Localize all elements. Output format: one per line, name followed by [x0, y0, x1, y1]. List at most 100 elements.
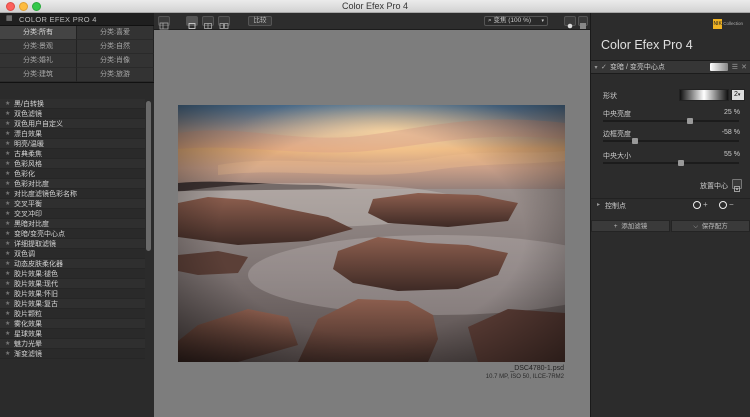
filter-item[interactable]: ★ 星球效果 — [0, 329, 145, 339]
minus-icon[interactable]: − — [729, 200, 734, 209]
star-icon[interactable]: ★ — [5, 300, 14, 307]
star-icon[interactable]: ★ — [5, 160, 14, 167]
category-favorites[interactable]: 分类:喜爱 — [77, 26, 154, 40]
grid-icon[interactable]: ▦ — [6, 15, 14, 23]
star-icon[interactable]: ★ — [5, 320, 14, 327]
star-icon[interactable]: ★ — [5, 190, 14, 197]
single-view-button[interactable] — [186, 16, 198, 29]
menu-icon[interactable]: ☰ — [732, 63, 738, 71]
filter-item[interactable]: ★ 双色滤镜 — [0, 109, 145, 119]
filter-preview-swatch[interactable] — [710, 63, 728, 71]
category-nature[interactable]: 分类:自然 — [77, 40, 154, 54]
star-icon[interactable]: ★ — [5, 100, 14, 107]
filter-item[interactable]: ★ 古典柔焦 — [0, 149, 145, 159]
filter-item-label: 星球效果 — [14, 330, 42, 338]
filter-browser-panel: ▦ COLOR EFEX PRO 4 分类:所有 分类:喜爱 分类:景观 分类:… — [0, 13, 154, 417]
category-wedding[interactable]: 分类:婚礼 — [0, 54, 77, 68]
place-center-button[interactable] — [732, 179, 742, 192]
center-size-slider[interactable] — [603, 160, 739, 166]
category-landscape[interactable]: 分类:景观 — [0, 40, 77, 54]
star-icon[interactable]: ★ — [5, 330, 14, 337]
preview-canvas[interactable]: _DSC4780-1.psd 10.7 MP, ISO 50, ILCE-7RM… — [154, 30, 590, 417]
category-architecture[interactable]: 分类:建筑 — [0, 68, 77, 82]
filter-item[interactable]: ★ 变暗/变亮中心点 — [0, 229, 145, 239]
filter-item[interactable]: ★ 胶片效果:复古 — [0, 299, 145, 309]
star-icon[interactable]: ★ — [5, 110, 14, 117]
filter-item[interactable]: ★ 详细提取滤镜 — [0, 239, 145, 249]
filter-item[interactable]: ★ 胶片效果:褪色 — [0, 269, 145, 279]
star-icon[interactable]: ★ — [5, 350, 14, 357]
filter-item[interactable]: ★ 对比度滤镜色彩名称 — [0, 189, 145, 199]
star-icon[interactable]: ★ — [5, 130, 14, 137]
expand-triangle-icon[interactable]: ▸ — [597, 201, 600, 208]
side-by-side-button[interactable] — [218, 16, 230, 29]
add-filter-button[interactable]: + 添加滤镜 — [591, 220, 670, 232]
plus-icon[interactable]: + — [703, 200, 708, 209]
star-icon[interactable]: ★ — [5, 310, 14, 317]
filter-item[interactable]: ★ 色彩风格 — [0, 159, 145, 169]
chevron-down-icon: ▾ — [541, 18, 544, 24]
remove-control-point-icon[interactable] — [719, 201, 727, 209]
filter-item[interactable]: ★ 渐变滤镜 — [0, 349, 145, 359]
filter-item[interactable]: ★ 魅力光晕 — [0, 339, 145, 349]
filter-item[interactable]: ★ 漂白效果 — [0, 129, 145, 139]
category-travel[interactable]: 分类:旅游 — [77, 68, 154, 82]
filter-item[interactable]: ★ 双色用户自定义 — [0, 119, 145, 129]
zoom-select[interactable]: ⌕ 变焦 (100 %) ▾ — [484, 16, 548, 26]
nik-collection-logo: NIK Collection — [713, 19, 743, 29]
filter-item[interactable]: ★ 双色调 — [0, 249, 145, 259]
star-icon[interactable]: ★ — [5, 210, 14, 217]
star-icon[interactable]: ★ — [5, 340, 14, 347]
star-icon[interactable]: ★ — [5, 260, 14, 267]
filter-list-scrollbar[interactable] — [146, 101, 151, 251]
star-icon[interactable]: ★ — [5, 120, 14, 127]
star-icon[interactable]: ★ — [5, 290, 14, 297]
category-all[interactable]: 分类:所有 — [0, 26, 77, 40]
save-recipe-button[interactable]: ⌵ 保存配方 — [671, 220, 750, 232]
loupe-button[interactable] — [564, 16, 576, 29]
slider-knob[interactable] — [687, 118, 694, 124]
star-icon[interactable]: ★ — [5, 180, 14, 187]
filter-item[interactable]: ★ 雾化效果 — [0, 319, 145, 329]
background-color-button[interactable] — [578, 16, 588, 29]
slider-knob[interactable] — [677, 160, 684, 166]
star-icon[interactable]: ★ — [5, 270, 14, 277]
star-icon[interactable]: ★ — [5, 250, 14, 257]
filter-item[interactable]: ★ 交叉冲印 — [0, 209, 145, 219]
sidebar-toggle-button[interactable] — [158, 16, 170, 30]
star-icon[interactable]: ★ — [5, 150, 14, 157]
compare-button[interactable]: 比较 — [248, 16, 272, 26]
filter-item[interactable]: ★ 交叉平衡 — [0, 199, 145, 209]
checkmark-icon[interactable]: ✓ — [601, 63, 610, 71]
star-icon[interactable]: ★ — [5, 200, 14, 207]
single-view-icon — [188, 23, 196, 29]
loupe-icon — [567, 23, 573, 29]
star-icon[interactable]: ★ — [5, 240, 14, 247]
filter-item[interactable]: ★ 动态皮肤柔化器 — [0, 259, 145, 269]
filter-item[interactable]: ★ 黑暗对比度 — [0, 219, 145, 229]
active-filter-name: 变暗 / 变亮中心点 — [610, 64, 665, 71]
filter-item[interactable]: ★ 黑/白转换 — [0, 99, 145, 109]
shape-select[interactable]: 2▾ — [731, 89, 745, 101]
border-brightness-slider[interactable] — [603, 138, 739, 144]
star-icon[interactable]: ★ — [5, 230, 14, 237]
collapse-triangle-icon[interactable]: ▾ — [591, 64, 601, 71]
star-icon[interactable]: ★ — [5, 140, 14, 147]
star-icon[interactable]: ★ — [5, 170, 14, 177]
star-icon[interactable]: ★ — [5, 280, 14, 287]
star-icon[interactable]: ★ — [5, 220, 14, 227]
split-view-button[interactable] — [202, 16, 214, 29]
center-brightness-slider[interactable] — [603, 118, 739, 124]
filter-item[interactable]: ★ 色彩化 — [0, 169, 145, 179]
filter-item[interactable]: ★ 明亮/温暖 — [0, 139, 145, 149]
add-control-point-icon[interactable] — [693, 201, 701, 209]
filter-item[interactable]: ★ 胶片效果:现代 — [0, 279, 145, 289]
filter-item-label: 双色滤镜 — [14, 110, 42, 118]
category-portrait[interactable]: 分类:肖像 — [77, 54, 154, 68]
filter-item[interactable]: ★ 胶片颗粒 — [0, 309, 145, 319]
filter-item[interactable]: ★ 胶片效果:怀旧 — [0, 289, 145, 299]
filter-item[interactable]: ★ 色彩对比度 — [0, 179, 145, 189]
close-icon[interactable]: ✕ — [741, 63, 747, 71]
slider-knob[interactable] — [631, 138, 638, 144]
active-filter-header[interactable]: ▾ ✓ 变暗 / 变亮中心点 ☰ ✕ — [591, 60, 750, 74]
